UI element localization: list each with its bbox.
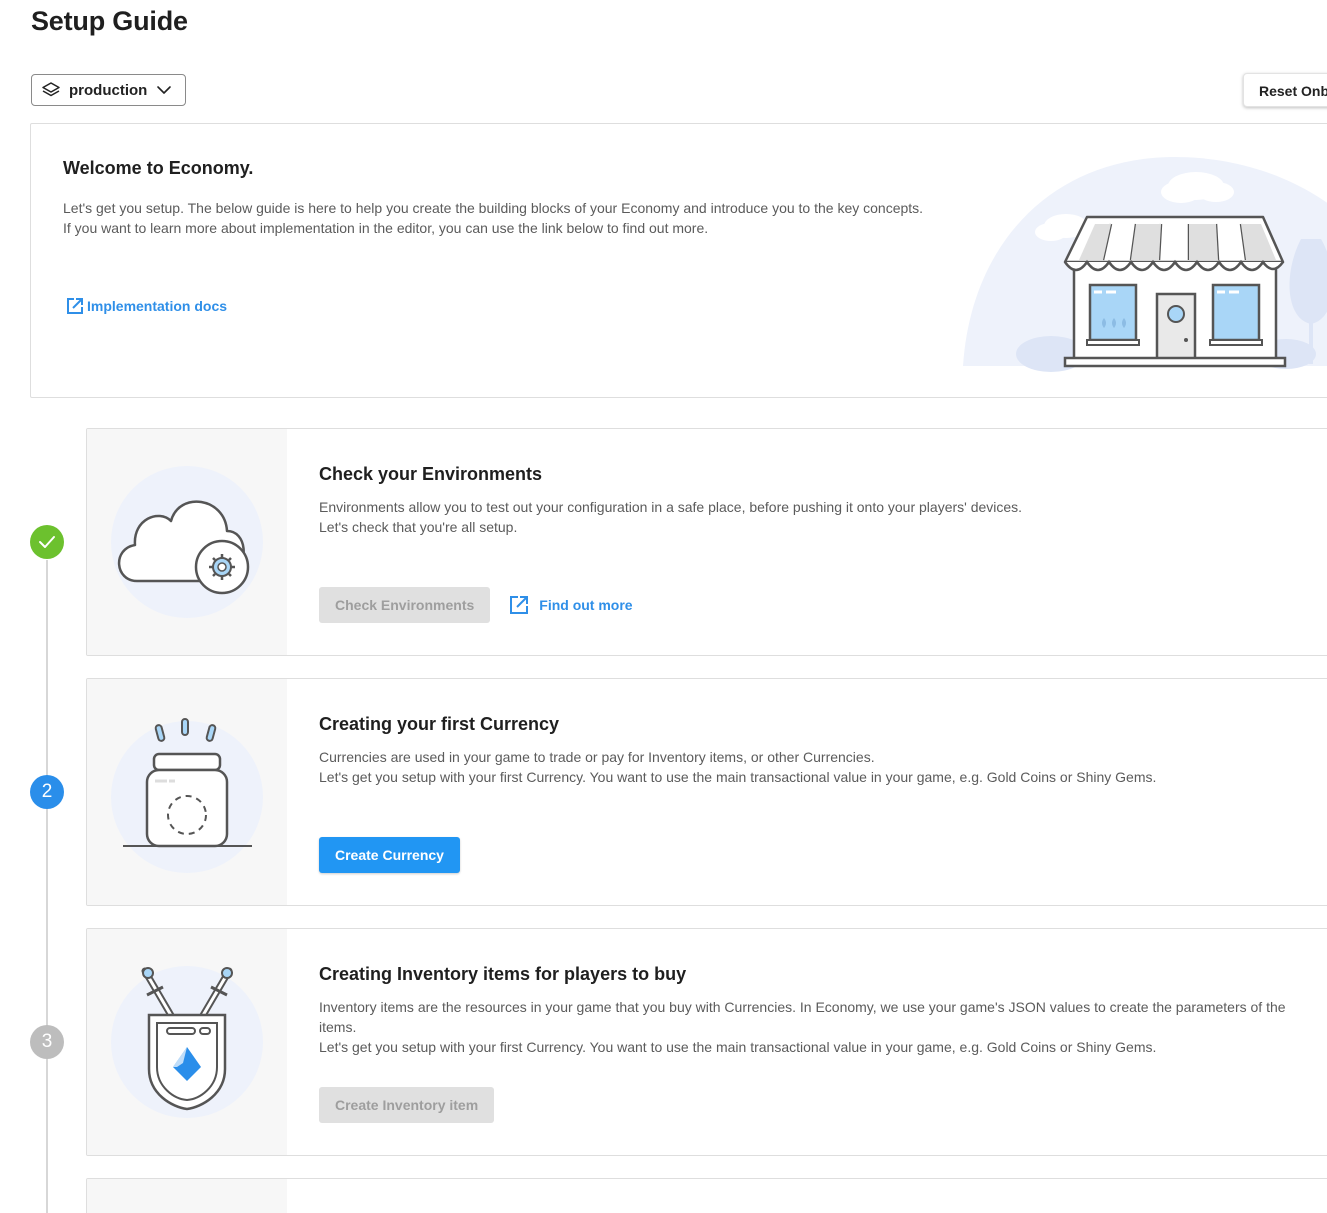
create-inventory-item-button[interactable]: Create Inventory item [319,1087,495,1123]
reset-onboarding-button[interactable]: Reset Onboarding [1243,73,1327,107]
description-line: Environments allow you to test out your … [319,499,1023,515]
shop-illustration [931,144,1327,397]
step-card-environments: Check your Environments Environments all… [86,428,1327,656]
step-actions: Create Currency [319,837,460,873]
find-out-more-link[interactable]: Find out more [508,594,633,616]
shield-swords-icon [111,966,263,1118]
chevron-down-icon [156,82,172,98]
cloud-gear-icon [111,466,263,618]
description-line: Inventory items are the resources in you… [319,999,1286,1035]
step-card-next [86,1178,1327,1213]
step-description: Currencies are used in your game to trad… [319,747,1309,787]
description-line: Let's get you setup with your first Curr… [319,769,1157,785]
step-title: Check your Environments [319,464,543,484]
step-1-complete-marker [30,525,64,559]
step-actions: Check Environments Find out more [319,587,633,623]
step-actions: Create Inventory item [319,1087,495,1123]
step-illustration [87,929,287,1155]
step-3-marker: 3 [30,1025,64,1059]
environment-dropdown[interactable]: production [31,74,186,106]
step-description: Inventory items are the resources in you… [319,997,1309,1057]
environment-selected-value: production [69,81,148,99]
description-line: Let's check that you're all setup. [319,519,518,535]
implementation-docs-link[interactable]: Implementation docs [65,296,227,316]
description-line: Let's get you setup with your first Curr… [319,1039,1157,1055]
step-card-currency: Creating your first Currency Currencies … [86,678,1327,906]
checkmark-icon [39,536,55,548]
step-illustration [87,679,287,905]
external-link-icon [508,594,530,616]
page-title: Setup Guide [31,6,188,36]
step-2-marker: 2 [30,775,64,809]
step-illustration [87,1179,287,1213]
timeline-line [46,560,48,1213]
step-title: Creating Inventory items for players to … [319,964,687,984]
description-line: Currencies are used in your game to trad… [319,749,875,765]
welcome-description: Let's get you setup. The below guide is … [63,200,924,236]
step-card-inventory: Creating Inventory items for players to … [86,928,1327,1156]
jar-icon [111,718,263,873]
implementation-docs-label: Implementation docs [87,298,228,314]
welcome-title: Welcome to Economy. [63,158,254,178]
step-illustration [87,429,287,655]
step-description: Environments allow you to test out your … [319,497,1309,537]
check-environments-button[interactable]: Check Environments [319,587,491,623]
create-currency-button[interactable]: Create Currency [319,837,460,873]
step-title: Creating your first Currency [319,714,560,734]
external-link-icon [65,296,85,316]
layers-icon [41,80,61,100]
find-out-more-label: Find out more [539,597,633,613]
welcome-panel: Welcome to Economy. Let's get you setup.… [30,123,1327,398]
